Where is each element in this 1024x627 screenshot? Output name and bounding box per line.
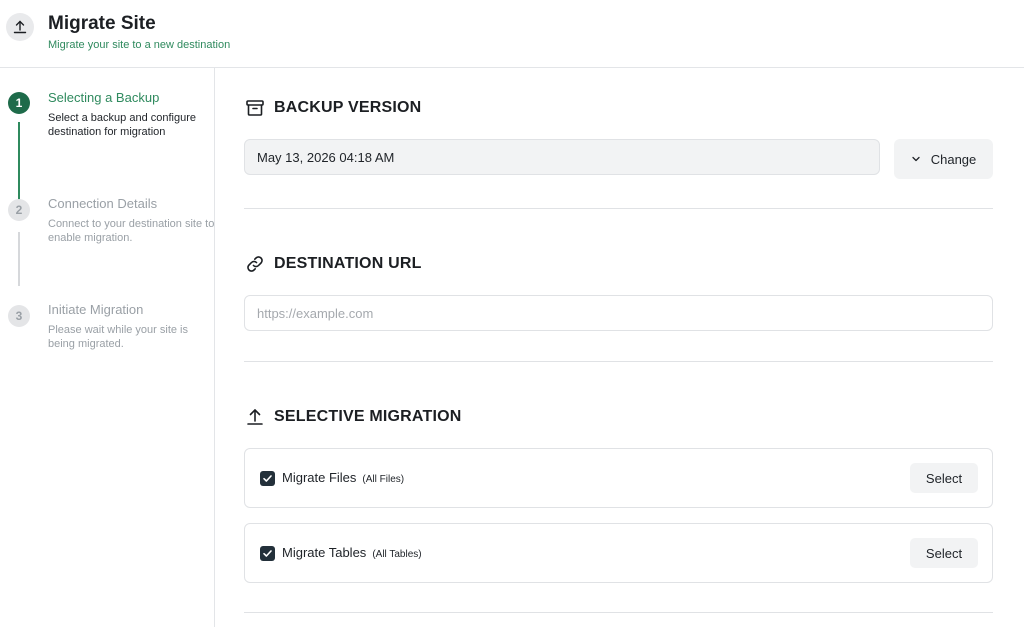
migrate-files-scope: (All Files) bbox=[362, 474, 405, 485]
section-title: BACKUP VERSION bbox=[274, 99, 422, 116]
destination-url-section-heading: DESTINATION URL bbox=[244, 253, 422, 275]
step-number: 3 bbox=[8, 305, 30, 327]
step-description: Select a backup and configure destinatio… bbox=[48, 112, 196, 138]
page-header: Migrate Site Migrate your site to a new … bbox=[0, 0, 1024, 68]
migrate-tables-label: Migrate Tables (All Tables) bbox=[282, 545, 422, 560]
chevron-down-icon bbox=[911, 154, 921, 164]
step-description: Connect to your destination site to enab… bbox=[48, 218, 215, 244]
destination-url-input[interactable] bbox=[244, 295, 993, 331]
section-title: DESTINATION URL bbox=[274, 255, 422, 272]
change-backup-button[interactable]: Change bbox=[894, 139, 993, 179]
step-number: 1 bbox=[8, 92, 30, 114]
migrate-tables-card: Migrate Tables (All Tables) Select bbox=[244, 523, 993, 583]
migrate-files-card: Migrate Files (All Files) Select bbox=[244, 448, 993, 508]
backup-version-value: May 13, 2026 04:18 AM bbox=[257, 149, 395, 165]
backup-version-section-heading: BACKUP VERSION bbox=[244, 97, 421, 119]
step-number: 2 bbox=[8, 199, 30, 221]
link-icon bbox=[244, 253, 266, 275]
step-description: Please wait while your site is being mig… bbox=[48, 324, 189, 350]
section-divider bbox=[244, 208, 993, 209]
migrate-tables-title: Migrate Tables bbox=[282, 545, 367, 560]
backup-version-field[interactable]: May 13, 2026 04:18 AM bbox=[244, 139, 880, 175]
select-tables-button[interactable]: Select bbox=[910, 538, 978, 568]
step-connector bbox=[18, 232, 20, 286]
step-title: Connection Details bbox=[48, 196, 158, 211]
page-subtitle: Migrate your site to a new destination bbox=[48, 39, 231, 51]
change-button-label: Change bbox=[930, 151, 977, 167]
migrate-tables-checkbox[interactable] bbox=[260, 546, 275, 561]
step-title: Initiate Migration bbox=[48, 302, 144, 317]
stepper-sidebar: 1 Selecting a Backup Select a backup and… bbox=[0, 68, 215, 627]
check-icon bbox=[263, 550, 272, 557]
section-divider bbox=[244, 361, 993, 362]
migrate-tables-scope: (All Tables) bbox=[372, 549, 422, 560]
section-title: SELECTIVE MIGRATION bbox=[274, 408, 462, 425]
step-connector bbox=[18, 122, 20, 204]
upload-icon bbox=[244, 406, 266, 428]
migrate-files-title: Migrate Files bbox=[282, 470, 357, 485]
check-icon bbox=[263, 475, 272, 482]
archive-icon bbox=[244, 97, 266, 119]
page-title: Migrate Site bbox=[48, 13, 156, 34]
migrate-files-label: Migrate Files (All Files) bbox=[282, 470, 404, 485]
section-divider bbox=[244, 612, 993, 613]
migrate-files-checkbox[interactable] bbox=[260, 471, 275, 486]
step-title: Selecting a Backup bbox=[48, 90, 160, 105]
upload-icon bbox=[6, 13, 34, 41]
selective-migration-section-heading: SELECTIVE MIGRATION bbox=[244, 406, 462, 428]
select-files-button[interactable]: Select bbox=[910, 463, 978, 493]
